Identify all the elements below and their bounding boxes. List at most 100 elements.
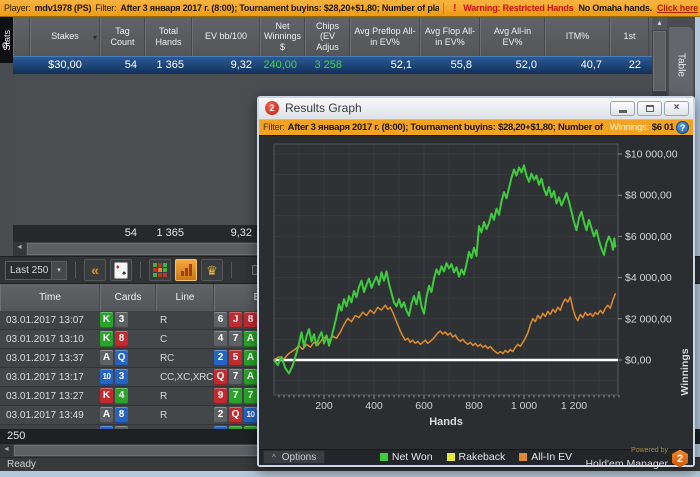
svg-text:$8 000,00: $8 000,00: [625, 189, 672, 201]
table-side-tab[interactable]: Table: [668, 26, 694, 104]
svg-text:1 000: 1 000: [511, 400, 537, 412]
column-header[interactable]: Stakes ▾: [30, 17, 100, 56]
card: A: [244, 331, 257, 347]
brand-name: Hold'em Manager: [585, 457, 668, 470]
card: 7: [229, 331, 242, 347]
action-line: C: [160, 333, 168, 345]
hand-time: 03.01.2017 13:07: [6, 314, 84, 326]
card: 3: [115, 312, 128, 328]
column-header[interactable]: ITM%: [545, 17, 610, 56]
warning-link[interactable]: Click here: [657, 3, 698, 13]
column-header[interactable]: Avg All-in EV%: [480, 17, 545, 56]
svg-text:600: 600: [415, 400, 433, 412]
results-graph-window: 2 Results Graph × Filter: After 3 января…: [257, 96, 695, 470]
legend-item: All-In EV: [519, 451, 572, 463]
card: 8: [115, 407, 128, 423]
divider: [443, 2, 445, 14]
card: 8: [244, 312, 257, 328]
replay-button[interactable]: «: [84, 259, 106, 281]
card: J: [229, 312, 242, 328]
stats-table-selected-row[interactable]: $30,00 54 1 365 9,32 240,00 3 258 52,1 55,8 52,0…: [13, 56, 652, 74]
hand-time: 03.01.2017 13:17: [6, 371, 84, 383]
column-header[interactable]: Cards: [100, 284, 156, 311]
scrollbar-thumb[interactable]: [653, 31, 666, 91]
card: Q: [214, 369, 227, 385]
clipped-column-header: d: [2, 40, 8, 51]
sort-icon[interactable]: ▾: [93, 33, 97, 42]
divider: [75, 262, 76, 278]
maximize-button[interactable]: [637, 100, 662, 116]
card: K: [100, 331, 113, 347]
cell: 240,00: [263, 59, 297, 71]
svg-text:1 200: 1 200: [561, 400, 587, 412]
card: Q: [229, 407, 242, 423]
range-select-dropdown[interactable]: Last 250 ▾: [5, 260, 67, 280]
scroll-up-icon[interactable]: ▴: [652, 17, 667, 30]
column-header[interactable]: Total Hands: [145, 17, 192, 56]
player-label: Player:: [4, 3, 31, 13]
grid-icon: [153, 263, 167, 277]
card: 2: [214, 350, 227, 366]
cell: 3 258: [314, 59, 342, 71]
card: 7: [229, 369, 242, 385]
hand-viewer-button[interactable]: ♦ ♠: [110, 259, 132, 281]
column-header[interactable]: EV bb/100: [192, 17, 260, 56]
playing-card-icon: ♦ ♠: [114, 261, 128, 279]
card: A: [100, 350, 113, 366]
hole-cards: A8: [100, 407, 156, 423]
card: A: [244, 350, 257, 366]
tourney-results-button[interactable]: ♛: [201, 259, 223, 281]
chevron-down-icon[interactable]: ▾: [51, 261, 66, 279]
popup-title: Results Graph: [285, 101, 362, 116]
cell: 54: [124, 59, 137, 71]
card: 10: [244, 407, 257, 423]
minimize-button[interactable]: [610, 100, 635, 116]
grid-view-button[interactable]: [149, 259, 171, 281]
card: K: [100, 312, 113, 328]
column-header[interactable]: Line: [156, 284, 214, 311]
range-select-value: Last 250: [10, 264, 49, 276]
scroll-left-icon[interactable]: ◂: [13, 242, 26, 256]
filter-label: Filter:: [95, 3, 117, 13]
player-value: mdv1978 (PS): [34, 3, 92, 13]
options-button[interactable]: ^ Options: [263, 450, 326, 465]
popup-filter-label: Filter:: [263, 121, 285, 133]
results-graph-button[interactable]: [175, 259, 197, 281]
popup-title-bar[interactable]: 2 Results Graph ×: [259, 98, 693, 120]
cell: $30,00: [48, 59, 82, 71]
chart-canvas: 200 400 600 800 1 000 1 200 $0,00 $2 000,00 $4 0…: [273, 143, 678, 428]
cell: 1 365: [156, 227, 184, 239]
action-line: CC,XC,XRC: [160, 371, 214, 383]
powered-by-label: Powered by: [631, 446, 668, 454]
card: Q: [115, 350, 128, 366]
column-header[interactable]: Avg Flop All-in EV%: [420, 17, 480, 56]
close-button[interactable]: ×: [664, 100, 689, 116]
column-header[interactable]: Time: [0, 284, 100, 311]
column-header[interactable]: Avg Preflop All-in EV%: [350, 17, 420, 56]
cell: 52,1: [390, 59, 412, 71]
card: 5: [229, 350, 242, 366]
legend-label: All-In EV: [531, 451, 573, 464]
cell: [30, 225, 100, 242]
winnings-value: $6 01: [651, 121, 675, 133]
column-header[interactable]: Tag Count: [100, 17, 145, 56]
bar-chart-icon: [180, 264, 192, 276]
divider: [231, 262, 232, 278]
svg-text:Hands: Hands: [429, 416, 463, 428]
svg-text:800: 800: [465, 400, 483, 412]
column-header[interactable]: Chips (EV Adjus: [305, 17, 350, 56]
help-icon[interactable]: ?: [676, 120, 689, 134]
column-header[interactable]: 1st: [610, 17, 649, 56]
svg-text:200: 200: [315, 400, 333, 412]
column-header[interactable]: [13, 17, 30, 56]
card: 9: [214, 388, 227, 404]
hole-cards: K3: [100, 312, 156, 328]
app-window: Player: mdv1978 (PS) Filter: After 3 январ…: [0, 0, 700, 477]
cell: [13, 57, 30, 74]
scroll-left-icon[interactable]: ◂: [0, 444, 13, 457]
hm2-logo-icon: 2: [672, 449, 688, 468]
stats-table-header[interactable]: Stakes ▾ Tag Count Total Hands EV bb/100 Net …: [13, 17, 652, 56]
svg-text:$0,00: $0,00: [625, 354, 651, 366]
column-header[interactable]: Net Winnings $: [260, 17, 305, 56]
hole-cards: AQ: [100, 350, 156, 366]
